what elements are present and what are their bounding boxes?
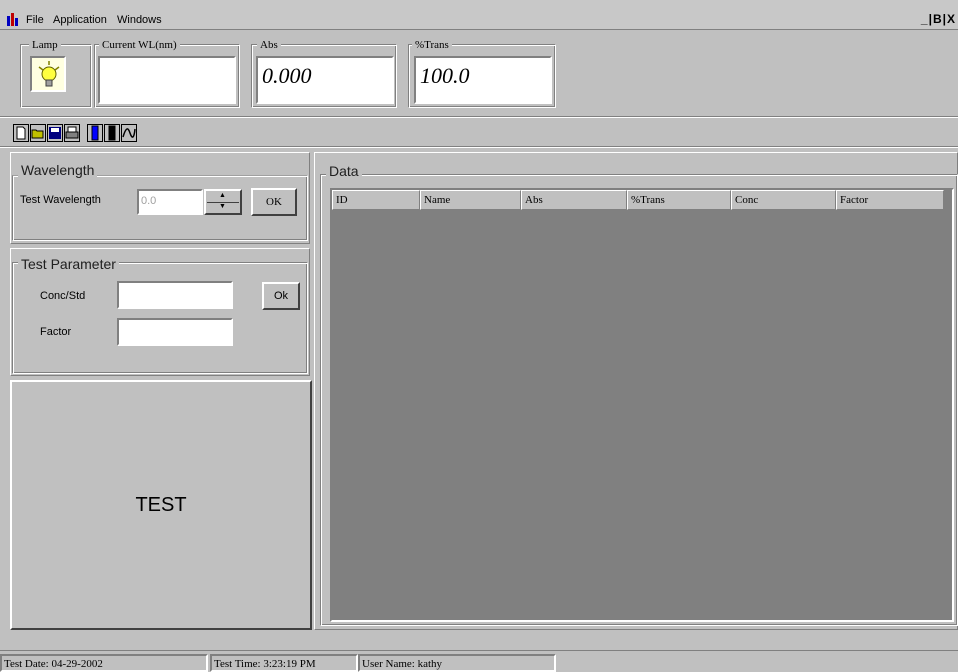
lightbulb-icon (37, 61, 61, 92)
abs-display: 0.000 (256, 56, 394, 104)
wavelength-scan-icon[interactable] (121, 124, 137, 142)
menu-windows[interactable]: Windows (117, 14, 162, 26)
column-header-name[interactable]: Name (420, 190, 521, 210)
spin-down-icon[interactable]: ▼ (219, 203, 226, 210)
new-file-icon[interactable] (13, 124, 29, 142)
save-icon[interactable] (47, 124, 63, 142)
column-header-abs[interactable]: Abs (521, 190, 627, 210)
data-title: Data (326, 163, 362, 179)
current-wl-label: Current WL(nm) (99, 39, 180, 51)
conc-std-input[interactable] (117, 281, 233, 309)
factor-input[interactable] (117, 318, 233, 346)
spin-up-icon[interactable]: ▲ (219, 192, 226, 199)
status-user-name: User Name: kathy (358, 654, 556, 672)
status-test-time: Test Time: 3:23:19 PM (210, 654, 358, 672)
restore-window-icon[interactable]: B (933, 12, 943, 26)
data-grid[interactable]: ID Name Abs %Trans Conc Factor (330, 188, 954, 622)
current-wl-display (98, 56, 236, 104)
toolbar-divider-bottom (0, 146, 958, 148)
blue-cuvette-icon[interactable] (87, 124, 103, 142)
lamp-label: Lamp (29, 39, 61, 51)
parameter-ok-button[interactable]: Ok (262, 282, 300, 310)
minimize-icon[interactable]: _ (921, 12, 929, 26)
column-header-factor[interactable]: Factor (836, 190, 944, 210)
menu-file[interactable]: File (26, 14, 44, 26)
menu-bar: File Application Windows _|B|X (0, 0, 958, 30)
black-cuvette-icon[interactable] (104, 124, 120, 142)
column-header-id[interactable]: ID (332, 190, 420, 210)
trans-label: %Trans (412, 39, 452, 51)
close-icon[interactable]: |X (943, 12, 956, 26)
status-separator (0, 650, 958, 651)
test-wavelength-label: Test Wavelength (20, 194, 101, 206)
abs-label: Abs (257, 39, 281, 51)
factor-label: Factor (40, 326, 72, 338)
test-button[interactable]: TEST (10, 380, 312, 630)
column-header-trans[interactable]: %Trans (627, 190, 731, 210)
conc-std-label: Conc/Std (40, 290, 86, 302)
open-folder-icon[interactable] (30, 124, 46, 142)
app-chart-icon (6, 12, 20, 26)
trans-display: 100.0 (414, 56, 552, 104)
status-test-date: Test Date: 04-29-2002 (0, 654, 208, 672)
toolbar-divider (0, 116, 958, 118)
wavelength-spin-button[interactable]: ▲ ▼ (204, 189, 242, 215)
parameter-title: Test Parameter (18, 256, 119, 272)
test-wavelength-input[interactable]: 0.0 (137, 189, 203, 215)
wavelength-title: Wavelength (18, 162, 98, 178)
wavelength-ok-button[interactable]: OK (251, 188, 297, 216)
column-header-conc[interactable]: Conc (731, 190, 836, 210)
print-icon[interactable] (64, 124, 80, 142)
window-controls[interactable]: _|B|X (921, 12, 956, 26)
menu-application[interactable]: Application (53, 14, 107, 26)
lamp-indicator[interactable] (30, 56, 66, 92)
